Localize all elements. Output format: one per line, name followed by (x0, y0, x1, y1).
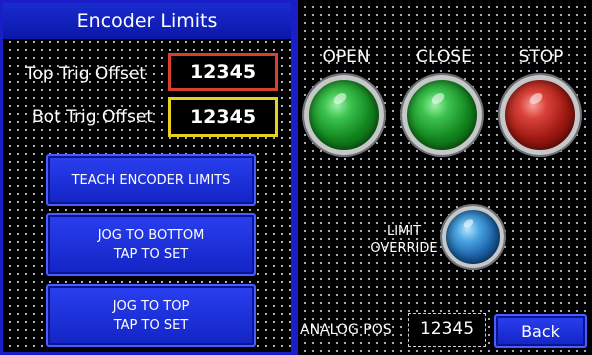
limit-override-label: LIMIT OVERRIDE (366, 223, 442, 257)
status-panel: OPEN CLOSE STOP LIMIT OVERRIDE ANALOG PO… (298, 0, 592, 355)
lamp-glint (331, 90, 349, 107)
top-trig-offset-field[interactable]: 12345 (168, 53, 278, 91)
teach-encoder-limits-button[interactable]: TEACH ENCODER LIMITS (46, 154, 256, 206)
jog-to-bottom-label: JOG TO BOTTOM (97, 227, 205, 243)
lamp-glint (527, 90, 545, 107)
bot-trig-offset-field[interactable]: 12345 (168, 97, 278, 137)
limit-override-label-line2: OVERRIDE (370, 241, 438, 256)
open-light-label: OPEN (322, 47, 370, 67)
limit-override-label-line1: LIMIT (386, 224, 422, 239)
top-trig-offset-label: Top Trig Offset (25, 64, 146, 84)
lamp-glint (429, 90, 447, 107)
back-button[interactable]: Back (494, 314, 587, 348)
open-indicator-light (304, 75, 384, 155)
close-indicator-light (402, 75, 482, 155)
bot-trig-offset-label: Bot Trig Offset (32, 107, 154, 127)
panel-title: Encoder Limits (3, 3, 291, 39)
jog-to-top-button[interactable]: JOG TO TOP TAP TO SET (46, 284, 256, 347)
stop-light-label: STOP (518, 47, 564, 67)
teach-encoder-limits-label: TEACH ENCODER LIMITS (71, 172, 231, 188)
jog-to-top-label: JOG TO TOP (112, 298, 190, 314)
analog-pos-label: ANALOG POS (300, 322, 392, 338)
lamp-glint (461, 217, 476, 230)
jog-to-bottom-tap-label: TAP TO SET (113, 246, 189, 262)
stop-indicator-light (500, 75, 580, 155)
limit-override-button[interactable] (442, 206, 504, 268)
close-light-label: CLOSE (416, 47, 472, 67)
encoder-limits-panel: Encoder Limits Top Trig Offset 12345 Bot… (0, 0, 294, 355)
back-button-label: Back (521, 321, 560, 341)
jog-to-bottom-button[interactable]: JOG TO BOTTOM TAP TO SET (46, 213, 256, 276)
analog-pos-value: 12345 (408, 313, 486, 347)
jog-to-top-tap-label: TAP TO SET (113, 317, 189, 333)
